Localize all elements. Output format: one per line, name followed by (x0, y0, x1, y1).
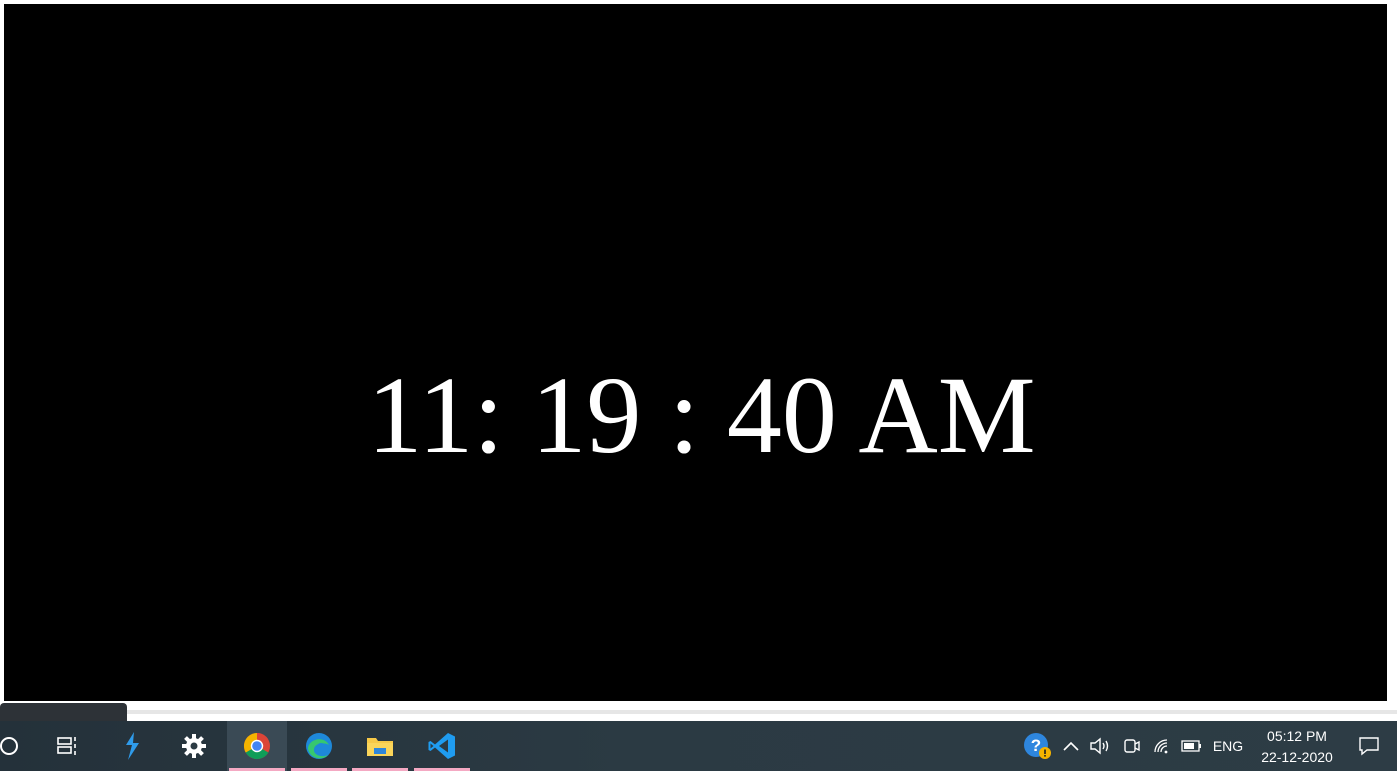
tray-volume-button[interactable] (1087, 721, 1115, 771)
taskbar-vscode-button[interactable] (412, 721, 472, 771)
tray-date: 22-12-2020 (1261, 749, 1333, 765)
help-alert-icon: ? (1024, 733, 1051, 759)
taskbar-chrome-button[interactable] (227, 721, 287, 771)
digital-clock-display: 11: 19 : 40 AM (367, 353, 1036, 476)
tray-clock-button[interactable]: 05:12 PM 22-12-2020 (1252, 725, 1342, 769)
tray-wifi-button[interactable] (1148, 721, 1176, 771)
volume-icon (1090, 737, 1109, 755)
edge-icon (306, 733, 332, 759)
taskbar-settings-button[interactable] (164, 721, 224, 771)
chrome-icon (243, 732, 270, 760)
scrollbar-thumb[interactable] (0, 703, 127, 721)
horizontal-scrollbar[interactable] (0, 701, 1397, 721)
taskbar-edge-button[interactable] (289, 721, 349, 771)
tray-time: 05:12 PM (1267, 728, 1327, 744)
notification-icon (1359, 737, 1379, 756)
taskbar-lightning-app-button[interactable] (102, 721, 162, 771)
taskbar-task-view-button[interactable] (38, 721, 98, 771)
taskbar-search-button[interactable] (0, 721, 39, 771)
tray-show-hidden-icons-button[interactable] (1058, 721, 1084, 771)
vscode-icon (428, 733, 455, 759)
tray-notifications-button[interactable] (1350, 721, 1388, 771)
tray-battery-button[interactable] (1178, 721, 1206, 771)
tray-language-button[interactable]: ENG (1208, 721, 1248, 771)
gear-icon (182, 734, 206, 758)
folder-icon (367, 738, 393, 756)
taskbar-file-explorer-button[interactable] (350, 721, 410, 771)
taskbar: ? ENG 05:12 PM 22-12-2020 (0, 721, 1397, 771)
task-view-icon (57, 737, 76, 755)
scrollbar-track[interactable] (0, 703, 1397, 721)
wifi-icon (1154, 739, 1168, 754)
browser-page-canvas: 11: 19 : 40 AM (4, 4, 1387, 701)
battery-icon (1181, 740, 1201, 752)
camera-icon (1124, 739, 1140, 753)
tray-camera-button[interactable] (1118, 721, 1146, 771)
lightning-app-icon (126, 732, 139, 760)
search-circle-icon (0, 737, 18, 755)
language-indicator: ENG (1212, 738, 1244, 754)
tray-help-button[interactable]: ? (1020, 721, 1054, 771)
chevron-up-icon (1063, 741, 1079, 751)
